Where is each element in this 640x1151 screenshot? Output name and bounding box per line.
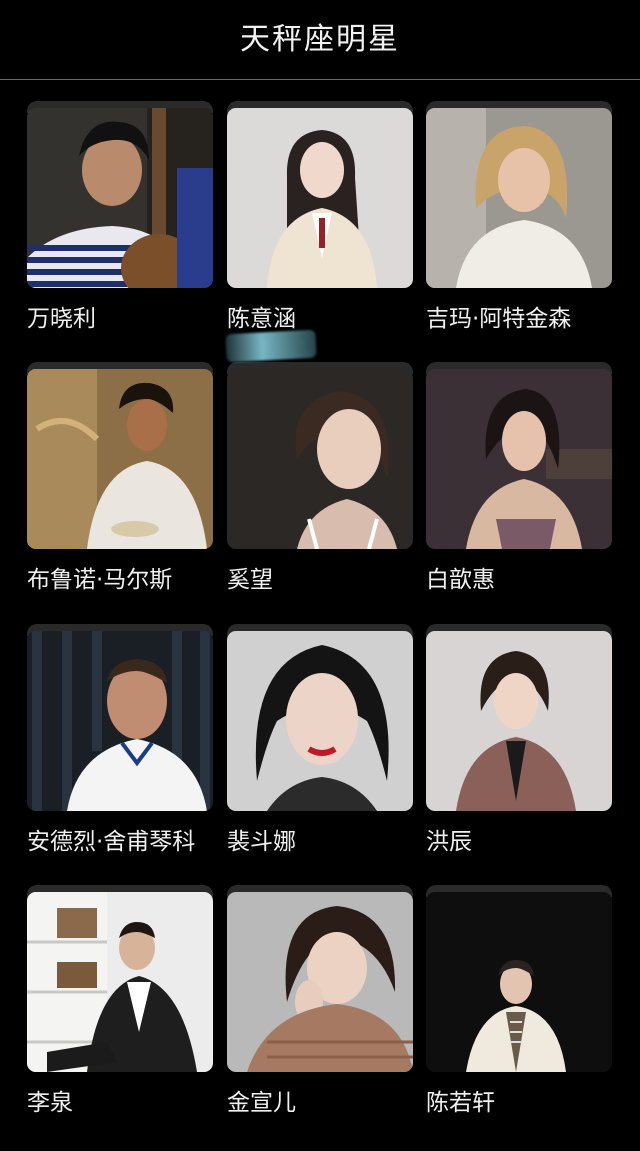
woman-portrait-icon: [426, 108, 612, 288]
man-portrait-icon: [426, 892, 612, 1072]
screen-smudge: [225, 329, 317, 363]
page-title: 天秤座明星: [240, 21, 400, 57]
celebrity-photo[interactable]: [426, 369, 612, 549]
celebrity-name: 金宣儿: [227, 1090, 296, 1116]
celebrity-name: 安德烈·舍甫琴科: [27, 829, 196, 855]
celebrity-photo[interactable]: [426, 631, 612, 811]
celebrity-name: 万晓利: [27, 306, 96, 332]
celebrity-photo[interactable]: [227, 108, 413, 288]
woman-portrait-icon: [227, 631, 413, 811]
celebrity-photo[interactable]: [27, 631, 213, 811]
celebrity-name: 裴斗娜: [227, 829, 296, 855]
celebrity-name: 陈意涵: [227, 306, 296, 332]
celebrity-name: 吉玛·阿特金森: [426, 306, 572, 332]
celebrity-name: 奚望: [227, 567, 273, 593]
celebrity-photo[interactable]: [27, 369, 213, 549]
celebrity-photo[interactable]: [426, 108, 612, 288]
man-portrait-icon: [27, 892, 213, 1072]
celebrity-name: 洪辰: [426, 829, 472, 855]
woman-portrait-icon: [426, 369, 612, 549]
celebrity-name: 布鲁诺·马尔斯: [27, 567, 173, 593]
celebrity-photo[interactable]: [227, 369, 413, 549]
celebrity-photo[interactable]: [426, 892, 612, 1072]
celebrity-name: 李泉: [27, 1090, 73, 1116]
woman-portrait-icon: [426, 631, 612, 811]
page-header: 天秤座明星: [0, 0, 640, 80]
celebrity-photo[interactable]: [27, 108, 213, 288]
celebrity-photo[interactable]: [227, 892, 413, 1072]
woman-portrait-icon: [227, 369, 413, 549]
man-with-guitar-portrait-icon: [27, 108, 213, 288]
celebrity-photo[interactable]: [227, 631, 413, 811]
man-portrait-icon: [27, 369, 213, 549]
celebrity-photo[interactable]: [27, 892, 213, 1072]
celebrity-name: 白歆惠: [426, 567, 495, 593]
man-portrait-icon: [27, 631, 213, 811]
woman-portrait-icon: [227, 892, 413, 1072]
woman-portrait-icon: [227, 108, 413, 288]
celebrity-name: 陈若轩: [426, 1090, 495, 1116]
